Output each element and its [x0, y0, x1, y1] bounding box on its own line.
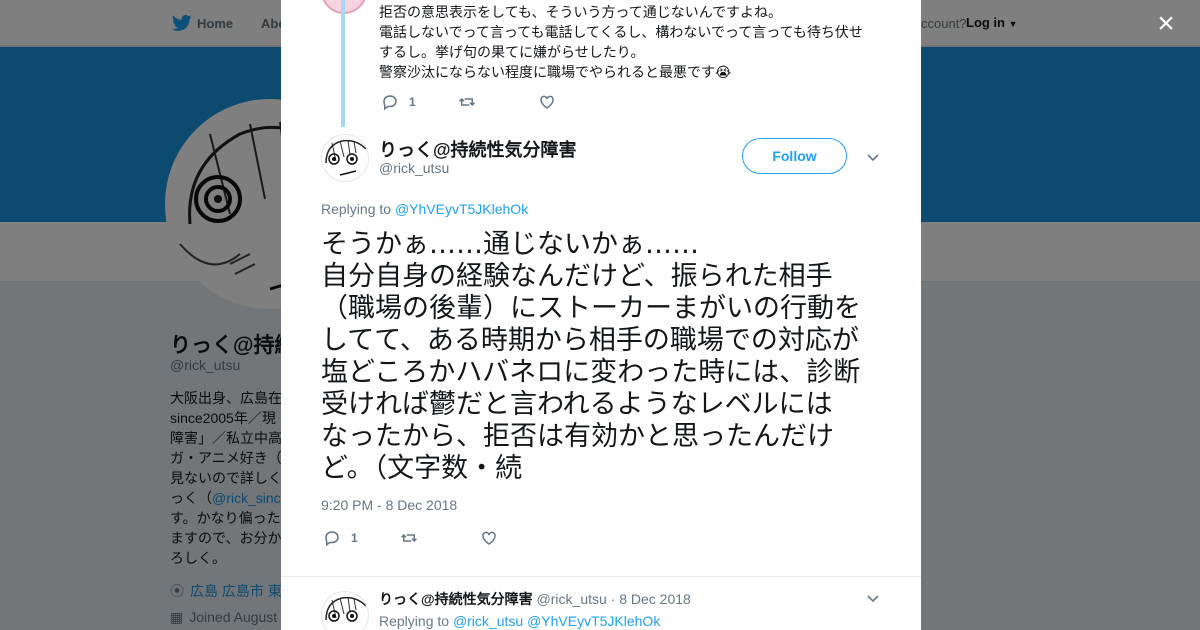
- reply-button[interactable]: 1: [323, 529, 358, 547]
- follow-button[interactable]: Follow: [742, 138, 847, 174]
- reply-author-handle[interactable]: @rick_utsu: [537, 591, 607, 607]
- tweet-modal: 拒否の意思表示をしても、そういう方って通じないんですよね。 電話しないでって言っ…: [281, 0, 921, 630]
- tweet-text-line: そうかぁ……通じないかぁ……: [321, 229, 699, 260]
- tweet-actions: 1: [323, 529, 520, 547]
- tweet-divider: [281, 576, 921, 577]
- close-icon[interactable]: ×: [1152, 9, 1180, 39]
- like-button[interactable]: [538, 93, 556, 111]
- reply-count: 1: [409, 95, 416, 109]
- tweet-text-line: 塩どころかハバネロに変わった時には、診断: [321, 357, 861, 388]
- like-icon: [481, 531, 496, 545]
- reply-author-avatar[interactable]: [321, 591, 369, 630]
- chevron-down-icon[interactable]: [865, 590, 881, 606]
- previous-tweet-actions: 1: [381, 93, 578, 111]
- previous-tweet-text: 拒否の意思表示をしても、そういう方って通じないんですよね。 電話しないでって言っ…: [379, 2, 889, 82]
- like-button[interactable]: [480, 529, 498, 547]
- replying-to: Replying to @YhVEyvT5JKlehOk: [321, 201, 528, 217]
- reply-tweet-header: りっく@持続性気分障害 @rick_utsu · 8 Dec 2018: [379, 589, 691, 609]
- reply-count: 1: [351, 531, 358, 545]
- tweet-text-line: 警察沙汰にならない程度に職場でやられると最悪です😭: [379, 64, 732, 80]
- replying-prefix: Replying to: [379, 613, 450, 629]
- author-name[interactable]: りっく@持続性気分障害: [379, 136, 577, 162]
- tweet-text-line: ど。（文字数・続: [321, 453, 523, 484]
- tweet-text-line: してて、ある時期から相手の職場での対応が: [321, 325, 859, 356]
- author-avatar[interactable]: [321, 134, 369, 182]
- replying-mention-link[interactable]: @YhVEyvT5JKlehOk: [395, 201, 528, 217]
- tweet-text-line: なったから、拒否は有効かと思ったんだけ: [321, 421, 834, 452]
- retweet-icon: [458, 97, 475, 107]
- tweet-timestamp[interactable]: 9:20 PM - 8 Dec 2018: [321, 497, 457, 513]
- reply-author-name[interactable]: りっく@持続性気分障害: [379, 591, 533, 607]
- tweet-text: そうかぁ……通じないかぁ…… 自分自身の経験なんだけど、振られた相手 （職場の後…: [321, 229, 891, 485]
- tweet-text-line: （職場の後輩）にストーカーまがいの行動を: [321, 293, 861, 324]
- like-icon: [539, 95, 554, 109]
- replying-prefix: Replying to: [321, 201, 392, 217]
- reply-replying-to: Replying to @rick_utsu @YhVEyvT5JKlehOk: [379, 613, 660, 629]
- thread-connector-line: [341, 0, 345, 127]
- reply-button[interactable]: 1: [381, 93, 416, 111]
- tweet-text-line: 拒否の意思表示をしても、そういう方って通じないんですよね。: [379, 4, 783, 20]
- tweet-text-line: 自分自身の経験なんだけど、振られた相手: [321, 261, 833, 292]
- replying-mention-link[interactable]: @rick_utsu: [453, 613, 523, 629]
- reply-icon: [325, 531, 339, 547]
- tweet-text-line: するし。挙げ句の果てに嫌がらせしたり。: [379, 44, 645, 60]
- replying-mention-link[interactable]: @YhVEyvT5JKlehOk: [527, 613, 660, 629]
- retweet-button[interactable]: [400, 529, 418, 547]
- retweet-button[interactable]: [458, 93, 476, 111]
- reply-icon: [383, 95, 397, 111]
- tweet-text-line: 受ければ鬱だと言われるようなレベルには: [321, 389, 833, 420]
- tweet-text-line: 電話しないでって言っても電話してくるし、構わないでって言っても待ち伏せ: [379, 24, 863, 40]
- retweet-icon: [400, 533, 417, 543]
- chevron-down-icon[interactable]: [865, 149, 881, 165]
- reply-tweet-date[interactable]: · 8 Dec 2018: [611, 591, 691, 607]
- author-handle[interactable]: @rick_utsu: [379, 160, 449, 176]
